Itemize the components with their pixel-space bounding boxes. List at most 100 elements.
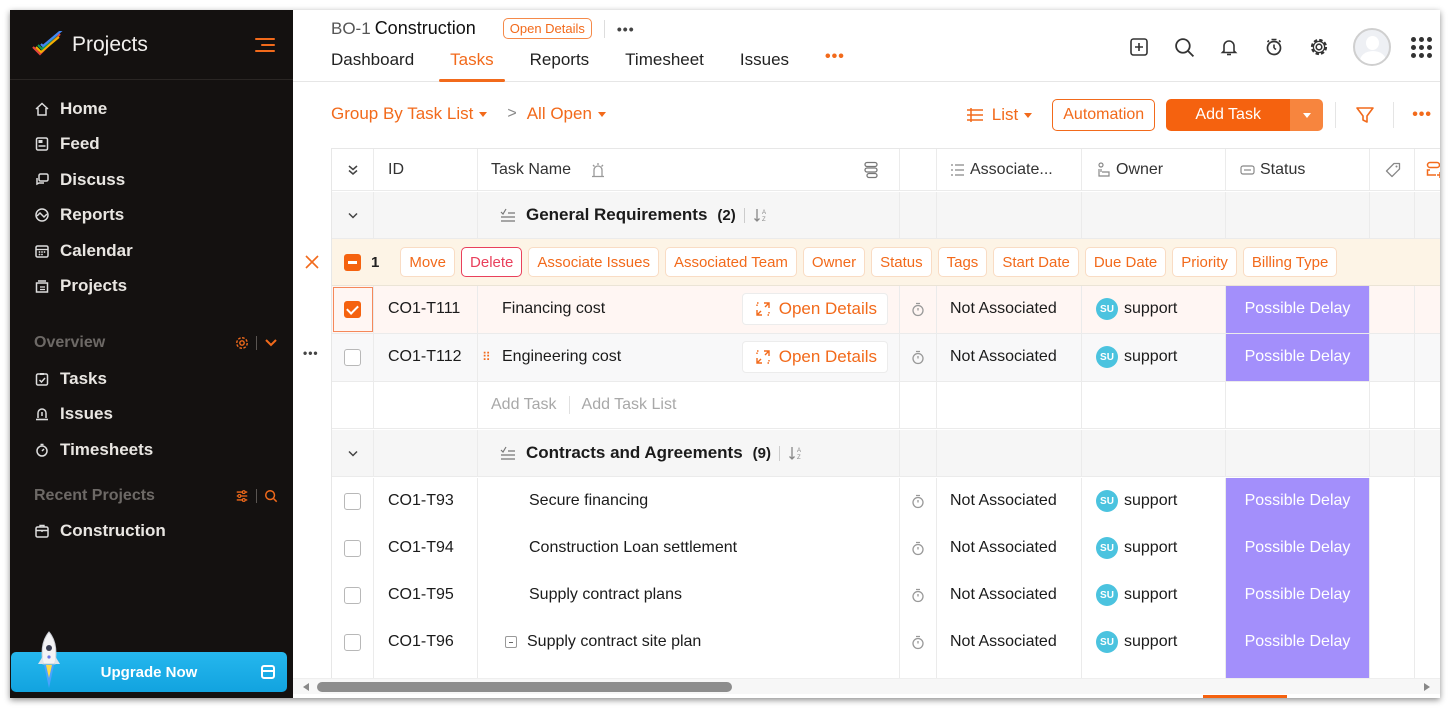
minimize-icon[interactable] [261, 665, 275, 679]
tab-tasks[interactable]: Tasks [439, 50, 506, 82]
status-badge[interactable]: Possible Delay [1226, 525, 1369, 572]
task-row[interactable]: CO1-T93 Secure financing Not Associated … [332, 478, 1440, 526]
sidebar-item-calendar[interactable]: Calendar [10, 233, 293, 269]
group-title[interactable]: Contracts and Agreements [526, 443, 743, 463]
column-header-owner[interactable]: Owner [1082, 149, 1226, 190]
status-badge[interactable]: Possible Delay [1226, 572, 1369, 619]
column-header-task-name[interactable]: Task Name [478, 149, 900, 190]
row-checkbox[interactable] [344, 348, 361, 366]
task-row[interactable]: CO1-T112 ⠿ Engineering cost Open Details… [332, 334, 1440, 382]
task-row[interactable]: CO1-T94 Construction Loan settlement Not… [332, 525, 1440, 573]
associated-value[interactable]: Not Associated [937, 334, 1082, 381]
tab-timesheet[interactable]: Timesheet [625, 50, 704, 82]
task-name[interactable]: Engineering cost [502, 348, 621, 366]
timer-icon[interactable] [900, 286, 937, 333]
hamburger-menu-icon[interactable] [255, 37, 275, 53]
owner-cell[interactable]: SU support [1082, 619, 1226, 666]
bulk-tags-button[interactable]: Tags [937, 247, 988, 277]
bulk-delete-button[interactable]: Delete [461, 247, 523, 277]
tags-cell[interactable] [1370, 334, 1415, 381]
tags-cell[interactable] [1370, 478, 1415, 525]
chevron-down-icon[interactable] [264, 338, 278, 348]
collapse-group-icon[interactable] [332, 430, 374, 476]
tab-issues[interactable]: Issues [740, 50, 789, 82]
owner-cell[interactable]: SU support [1082, 286, 1226, 333]
task-name[interactable]: Financing cost [502, 300, 605, 318]
collapse-group-icon[interactable] [332, 192, 374, 238]
owner-cell[interactable]: SU support [1082, 572, 1226, 619]
filter-icon[interactable] [1355, 105, 1375, 125]
task-row[interactable]: CO1-T95 Supply contract plans Not Associ… [332, 572, 1440, 620]
timer-icon[interactable] [1263, 36, 1285, 58]
task-name[interactable]: Secure financing [529, 492, 648, 510]
row-checkbox[interactable] [344, 539, 361, 557]
tags-cell[interactable] [1370, 572, 1415, 619]
sliders-icon[interactable] [235, 489, 249, 503]
sidebar-item-construction[interactable]: Construction [10, 514, 293, 550]
task-row[interactable]: CO1-T96 Supply contract site plan Not As… [332, 619, 1440, 667]
view-type-dropdown[interactable]: List [966, 105, 1033, 125]
sidebar-item-projects[interactable]: Projects [10, 269, 293, 305]
timer-icon[interactable] [900, 619, 937, 666]
drag-handle-icon[interactable]: ⠿ [482, 350, 491, 364]
associated-value[interactable]: Not Associated [937, 525, 1082, 572]
sidebar-item-reports[interactable]: Reports [10, 198, 293, 234]
add-task-list-link[interactable]: Add Task List [582, 396, 677, 414]
row-checkbox[interactable] [344, 492, 361, 510]
owner-cell[interactable]: SU support [1082, 478, 1226, 525]
sort-az-icon[interactable]: AZ [753, 207, 769, 223]
sort-az-icon[interactable]: AZ [788, 445, 804, 461]
associated-value[interactable]: Not Associated [937, 572, 1082, 619]
bulk-due-date-button[interactable]: Due Date [1084, 247, 1167, 277]
quick-add-icon[interactable] [1128, 36, 1150, 58]
scroll-left-arrow-icon[interactable] [303, 683, 309, 691]
tags-cell[interactable] [1370, 619, 1415, 666]
scrollbar-thumb[interactable] [317, 682, 732, 692]
task-name[interactable]: Construction Loan settlement [529, 539, 737, 557]
associated-value[interactable]: Not Associated [937, 619, 1082, 666]
close-selection-icon[interactable] [293, 238, 331, 285]
status-badge[interactable]: Possible Delay [1226, 478, 1369, 525]
add-column-icon[interactable] [1415, 149, 1440, 190]
task-name[interactable]: Supply contract plans [529, 586, 682, 604]
owner-cell[interactable]: SU support [1082, 525, 1226, 572]
notifications-bell-icon[interactable] [1218, 36, 1240, 58]
horizontal-scrollbar[interactable] [293, 678, 1440, 694]
project-more-icon[interactable]: ••• [617, 21, 635, 37]
add-task-button[interactable]: Add Task [1166, 99, 1291, 131]
tabs-more-icon[interactable]: ••• [825, 48, 845, 82]
collapse-all-icon[interactable] [332, 149, 374, 190]
associated-value[interactable]: Not Associated [937, 478, 1082, 525]
bulk-status-button[interactable]: Status [871, 247, 932, 277]
sidebar-item-timesheets[interactable]: Timesheets [10, 432, 293, 468]
bulk-billing-type-button[interactable]: Billing Type [1242, 247, 1338, 277]
apps-grid-icon[interactable] [1411, 36, 1432, 58]
tags-cell[interactable] [1370, 525, 1415, 572]
column-header-associated[interactable]: Associate... [937, 149, 1082, 190]
column-header-tags[interactable] [1370, 149, 1415, 190]
column-header-status[interactable]: Status [1226, 149, 1370, 190]
search-icon[interactable] [1173, 36, 1195, 58]
row-checkbox[interactable] [344, 300, 361, 318]
toolbar-more-icon[interactable]: ••• [1412, 106, 1432, 124]
status-badge[interactable]: Possible Delay [1226, 334, 1369, 381]
project-open-details-button[interactable]: Open Details [502, 18, 592, 39]
tags-cell[interactable] [1370, 286, 1415, 333]
task-name[interactable]: Supply contract site plan [527, 633, 701, 651]
owner-cell[interactable]: SU support [1082, 334, 1226, 381]
group-by-dropdown[interactable]: Group By Task List [331, 104, 488, 124]
associated-value[interactable]: Not Associated [937, 286, 1082, 333]
row-more-icon[interactable]: ••• [303, 346, 319, 360]
sidebar-item-tasks[interactable]: Tasks [10, 361, 293, 397]
bulk-move-button[interactable]: Move [400, 247, 456, 277]
filter-view-dropdown[interactable]: All Open [527, 104, 606, 124]
timer-icon[interactable] [900, 334, 937, 381]
open-details-button[interactable]: Open Details [741, 293, 888, 325]
status-badge[interactable]: Possible Delay [1226, 286, 1369, 333]
sidebar-item-issues[interactable]: Issues [10, 397, 293, 433]
settings-icon[interactable] [235, 336, 249, 350]
bulk-associate-issues-button[interactable]: Associate Issues [528, 247, 659, 277]
scroll-right-arrow-icon[interactable] [1424, 683, 1430, 691]
sidebar-item-home[interactable]: Home [10, 91, 293, 127]
bulk-owner-button[interactable]: Owner [802, 247, 866, 277]
